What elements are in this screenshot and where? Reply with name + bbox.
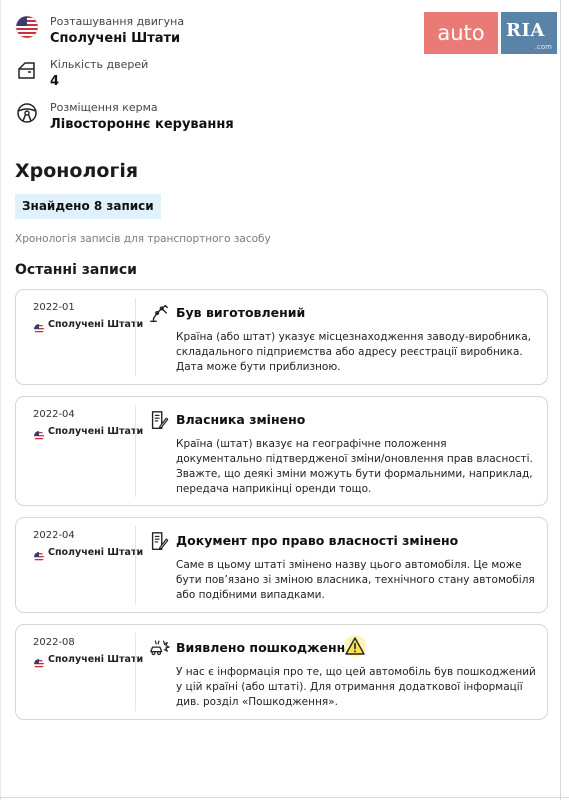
- record-card: 2022-04 Сполучені Штати Власника змінено…: [15, 396, 548, 506]
- car-crash-icon: [150, 640, 170, 656]
- record-card: 2022-01 Сполучені Штати Був виготовлений…: [15, 289, 548, 385]
- card-divider: [135, 298, 136, 376]
- us-flag-icon: [34, 552, 44, 562]
- us-flag-icon: [34, 659, 44, 669]
- warning-icon: [344, 635, 366, 657]
- logo-ria-com: .com: [534, 43, 552, 51]
- spec-label: Розміщення керма: [50, 101, 158, 114]
- spec-value: Сполучені Штати: [50, 31, 181, 46]
- frame-left-border: [0, 0, 1, 800]
- frame-right-border: [560, 0, 561, 800]
- document-pen-icon: [151, 532, 169, 550]
- us-flag-icon: [15, 15, 39, 39]
- record-title: Документ про право власності змінено: [176, 533, 459, 548]
- history-subtitle: Хронологія записів для транспортного зас…: [15, 233, 271, 245]
- logo-ria-text: RIA: [506, 20, 545, 41]
- record-description: Країна (штат) вказує на географічне поло…: [176, 438, 533, 495]
- logo-ria-part: RIA .com: [501, 12, 557, 54]
- record-description: Країна (або штат) указує місцезнаходженн…: [176, 331, 532, 373]
- spec-label: Кількість дверей: [50, 58, 149, 71]
- history-title: Хронологія: [15, 160, 139, 182]
- frame-bottom-border: [0, 797, 569, 798]
- us-flag-icon: [34, 324, 44, 334]
- document-pen-icon: [151, 411, 169, 429]
- record-description: У нас є інформація про те, що цей автомо…: [176, 666, 536, 708]
- recent-records-title: Останні записи: [15, 262, 137, 278]
- record-country: Сполучені Штати: [48, 426, 144, 437]
- record-date: 2022-04: [33, 530, 75, 541]
- records-found-badge: Знайдено 8 записи: [15, 194, 161, 219]
- record-date: 2022-01: [33, 302, 75, 313]
- record-country: Сполучені Штати: [48, 319, 144, 330]
- steering-wheel-icon: [17, 103, 37, 123]
- record-description: Саме в цьому штаті змінено назву цього а…: [176, 559, 535, 601]
- card-divider: [135, 526, 136, 604]
- record-title: Виявлено пошкодження: [176, 640, 354, 655]
- card-divider: [135, 633, 136, 711]
- record-card: 2022-04 Сполучені Штати Документ про пра…: [15, 517, 548, 613]
- card-divider: [135, 405, 136, 497]
- robot-arm-icon: [150, 304, 168, 322]
- record-country: Сполучені Штати: [48, 654, 144, 665]
- logo-auto-part: auto: [424, 12, 498, 54]
- record-date: 2022-08: [33, 637, 75, 648]
- record-date: 2022-04: [33, 409, 75, 420]
- record-country: Сполучені Штати: [48, 547, 144, 558]
- car-door-icon: [18, 62, 35, 79]
- spec-value: 4: [50, 74, 60, 89]
- us-flag-icon: [34, 431, 44, 441]
- spec-label: Розташування двигуна: [50, 15, 185, 28]
- spec-value: Лівостороннє керування: [50, 117, 234, 132]
- record-title: Був виготовлений: [176, 305, 306, 320]
- record-title: Власника змінено: [176, 412, 306, 427]
- autoria-logo[interactable]: auto RIA .com: [424, 12, 557, 54]
- record-card: 2022-08 Сполучені Штати Виявлено пошкодж…: [15, 624, 548, 720]
